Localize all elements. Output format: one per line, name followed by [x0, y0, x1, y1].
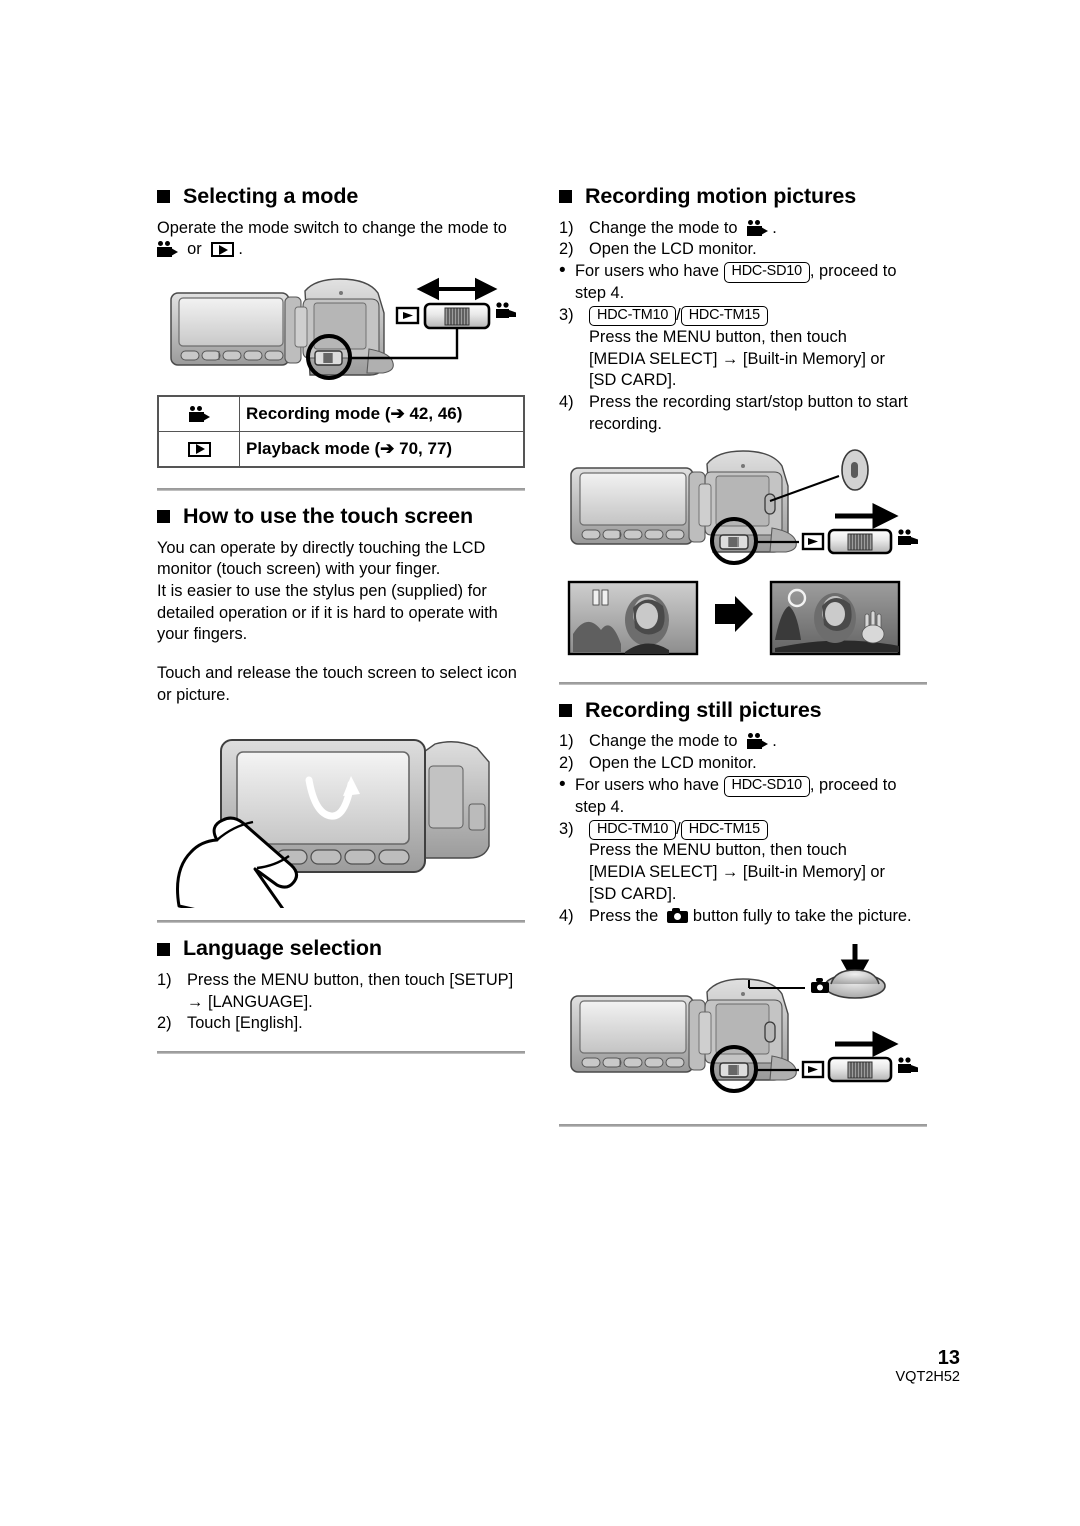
list-item: 2) Touch [English]. [157, 1014, 303, 1033]
touch-screen-paragraph-3: Touch and release the touch screen to se… [157, 663, 517, 704]
table-row: Playback mode (➔ 70, 77) [157, 430, 525, 468]
camcorder-icon [746, 219, 768, 236]
round-bullet-icon: • [559, 260, 566, 282]
play-icon [187, 441, 211, 457]
figure-recording-samples [559, 574, 927, 674]
figure-shutter-button [559, 940, 927, 1110]
heading-language-selection: Language selection [157, 937, 525, 961]
section-selecting-a-mode: Selecting a mode Operate the mode switch… [157, 184, 525, 468]
camcorder-icon [157, 241, 178, 258]
list-item-bullet: • For users who have HDC-SD10, proceed t… [559, 260, 897, 303]
list-item: 2) Open the LCD monitor. [559, 240, 757, 259]
touch-screen-paragraph-1: You can operate by directly touching the… [157, 538, 486, 579]
section-divider [157, 487, 525, 491]
page-number: 13 [937, 1346, 960, 1369]
list-item: 1) Change the mode to . [559, 732, 777, 751]
model-badge-hdc-tm15: HDC-TM15 [680, 305, 768, 327]
mode-table-recording-label: Recording mode (➔ 42, 46) [239, 395, 525, 432]
left-column: Selecting a mode Operate the mode switch… [157, 184, 525, 1068]
camcorder-icon [746, 733, 768, 750]
list-item: 3) HDC-TM10/HDC-TM15 Press the MENU butt… [559, 819, 886, 904]
square-bullet-icon [157, 190, 170, 204]
list-item-bullet: • For users who have HDC-SD10, proceed t… [559, 774, 897, 816]
mode-table-camcorder-icon [157, 395, 240, 432]
section-divider [559, 681, 927, 685]
heading-touch-screen: How to use the touch screen [157, 504, 525, 529]
manual-page: Selecting a mode Operate the mode switch… [0, 0, 1080, 1526]
section-divider [559, 1123, 927, 1127]
model-badge-hdc-tm10: HDC-TM10 [589, 305, 677, 327]
model-badge-hdc-tm15: HDC-TM15 [680, 819, 768, 841]
mode-table-play-icon [157, 430, 240, 468]
page-footer: 13 VQT2H52 [896, 1347, 960, 1386]
square-bullet-icon [559, 704, 572, 718]
selecting-mode-intro: Operate the mode switch to change the mo… [157, 218, 507, 259]
list-item: 1) Press the MENU button, then touch [SE… [157, 970, 514, 989]
list-item: 3) HDC-TM10/HDC-TM15 Press the MENU butt… [559, 305, 886, 390]
section-divider [157, 920, 525, 924]
section-recording-still-pictures: Recording still pictures 1) Change the m… [559, 681, 927, 1127]
section-recording-motion-pictures: Recording motion pictures 1) Change the … [559, 184, 927, 674]
table-row: Recording mode (➔ 42, 46) [157, 395, 525, 432]
list-item: 1) Change the mode to . [559, 218, 777, 237]
model-badge-hdc-tm10: HDC-TM10 [589, 819, 677, 841]
play-icon [210, 242, 234, 258]
document-code: VQT2H52 [895, 1368, 960, 1385]
square-bullet-icon [157, 510, 170, 524]
figure-touch-hand [157, 718, 525, 909]
figure-mode-switch [157, 271, 525, 389]
figure-recording-start-stop [559, 446, 927, 572]
list-item: 4) Press the recording start/stop button… [559, 393, 908, 433]
section-divider [157, 1051, 525, 1055]
mode-table-playback-label: Playback mode (➔ 70, 77) [239, 430, 525, 468]
heading-recording-motion-pictures: Recording motion pictures [559, 184, 927, 209]
section-touch-screen: How to use the touch screen You can oper… [157, 487, 525, 909]
recording-motion-steps: 1) Change the mode to . 2) Open the LCD … [559, 218, 927, 436]
recording-still-steps: 1) Change the mode to . 2) Open the LCD … [559, 731, 927, 927]
list-item: 4) Press the button fully to take the pi… [559, 906, 912, 925]
round-bullet-icon: • [559, 774, 566, 796]
model-badge-hdc-sd10: HDC-SD10 [723, 776, 810, 797]
heading-recording-still-pictures: Recording still pictures [559, 698, 927, 723]
list-item: 2) Open the LCD monitor. [559, 754, 757, 773]
right-column: Recording motion pictures 1) Change the … [559, 184, 927, 1141]
section-language-selection: Language selection 1) Press the MENU but… [157, 920, 525, 1055]
touch-screen-paragraph-2: It is easier to use the stylus pen (supp… [157, 581, 498, 644]
shutter-button-icon [667, 907, 689, 923]
square-bullet-icon [559, 190, 572, 204]
model-badge-hdc-sd10: HDC-SD10 [723, 262, 810, 283]
language-steps: 1) Press the MENU button, then touch [SE… [157, 970, 525, 1035]
mode-table: Recording mode (➔ 42, 46) Playback mode … [157, 394, 525, 468]
camcorder-icon [188, 405, 210, 422]
square-bullet-icon [157, 942, 170, 956]
heading-selecting-a-mode: Selecting a mode [157, 184, 525, 209]
list-item-continuation: → [LANGUAGE]. [187, 992, 313, 1011]
